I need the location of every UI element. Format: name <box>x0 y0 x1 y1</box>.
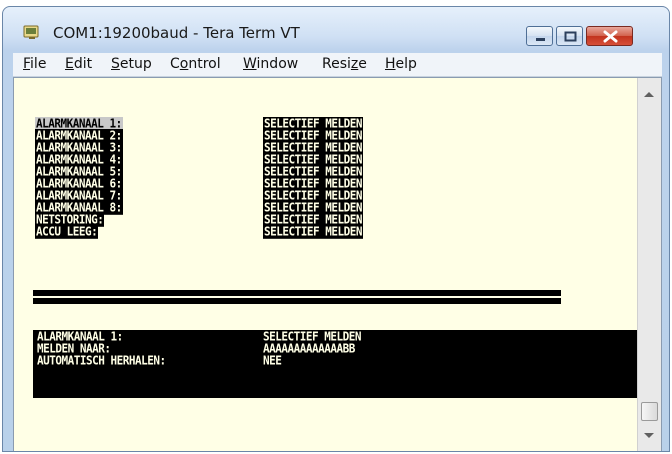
terminal-separator <box>33 290 561 296</box>
menu-bar: File Edit Setup Control Window Resize He… <box>13 53 662 77</box>
minimize-button[interactable] <box>526 26 553 46</box>
vertical-scrollbar[interactable] <box>637 78 661 451</box>
maximize-button[interactable] <box>556 26 583 46</box>
menu-control[interactable]: Control <box>170 56 221 72</box>
minimize-icon <box>536 38 545 41</box>
title-bar[interactable]: COM1:19200baud - Tera Term VT <box>3 7 669 51</box>
tera-term-window: COM1:19200baud - Tera Term VT File Edit … <box>2 6 670 452</box>
maximize-icon <box>564 31 577 42</box>
terminal-list-value: SELECTIEF MELDEN <box>263 223 363 239</box>
client-area: ALARMKANAAL 1: ALARMKANAAL 2: ALARMKANAA… <box>13 77 662 451</box>
menu-edit[interactable]: Edit <box>65 56 92 72</box>
terminal-detail-panel: ALARMKANAAL 1: SELECTIEF MELDEN MELDEN N… <box>33 329 637 398</box>
terminal-screen[interactable]: ALARMKANAAL 1: ALARMKANAAL 2: ALARMKANAA… <box>14 78 637 451</box>
menu-resize[interactable]: Resize <box>322 56 367 72</box>
terminal-list-label: ACCU LEEG: <box>35 223 99 239</box>
detail-label: AUTOMATISCH HERHALEN: <box>37 352 166 368</box>
detail-value: NEE <box>263 352 282 368</box>
scrollbar-thumb[interactable] <box>641 402 658 421</box>
window-title: COM1:19200baud - Tera Term VT <box>53 24 300 42</box>
menu-help[interactable]: Help <box>385 56 417 72</box>
close-button[interactable] <box>586 26 633 46</box>
scroll-up-icon[interactable] <box>644 92 654 97</box>
menu-file[interactable]: File <box>23 56 46 72</box>
menu-setup[interactable]: Setup <box>111 56 152 72</box>
tera-term-icon[interactable] <box>23 24 41 40</box>
close-icon <box>603 30 618 43</box>
terminal-separator <box>33 298 561 304</box>
scroll-down-icon[interactable] <box>644 433 654 438</box>
menu-window[interactable]: Window <box>243 56 298 72</box>
